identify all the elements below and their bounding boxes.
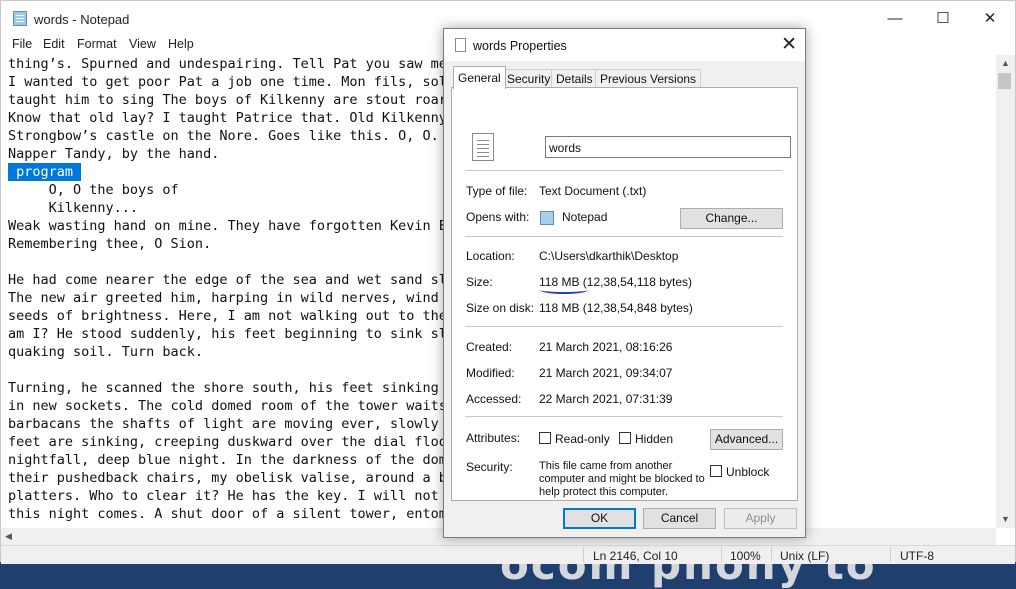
text-line: platters. Who to clear it? He has the ke… (8, 488, 456, 504)
menu-view[interactable]: View (129, 37, 156, 51)
type-label: Type of file: (466, 184, 528, 198)
text-line: their pushedback chairs, my obelisk vali… (8, 470, 456, 486)
menu-help[interactable]: Help (168, 37, 194, 51)
text-line: thing’s. Spurned and undespairing. Tell … (8, 56, 456, 72)
hidden-label[interactable]: Hidden (635, 432, 673, 446)
status-bar: Ln 2146, Col 10 100% Unix (LF) UTF-8 (1, 545, 1015, 564)
security-text-line-3: help protect this computer. (539, 486, 669, 498)
dialog-title-bar[interactable]: words Properties ✕ (444, 29, 805, 61)
zoom-level: 100% (730, 549, 761, 563)
tab-previous-versions[interactable]: Previous Versions (595, 69, 702, 87)
text-line: I wanted to get poor Pat a job one time.… (8, 74, 456, 90)
notepad-icon (13, 11, 27, 26)
unblock-label[interactable]: Unblock (726, 465, 769, 479)
menu-format[interactable]: Format (77, 37, 117, 51)
location-value: C:\Users\dkarthik\Desktop (539, 249, 679, 263)
unblock-checkbox[interactable] (710, 465, 722, 477)
vertical-scrollbar[interactable]: ▲ ▼ (996, 55, 1015, 528)
properties-dialog: words Properties ✕ General Security Deta… (443, 28, 806, 538)
minimize-button[interactable]: — (872, 1, 918, 36)
selected-text: program (8, 163, 82, 181)
dialog-close-button[interactable]: ✕ (781, 33, 797, 56)
text-line: The new air greeted him, harping in wild… (8, 290, 456, 306)
advanced-button[interactable]: Advanced... (710, 429, 783, 450)
scroll-up-icon[interactable]: ▲ (1001, 58, 1010, 68)
accessed-label: Accessed: (466, 392, 522, 406)
text-line: am I? He stood suddenly, his feet beginn… (8, 326, 456, 342)
size-on-disk-value: 118 MB (12,38,54,848 bytes) (539, 301, 693, 315)
modified-label: Modified: (466, 366, 515, 380)
created-value: 21 March 2021, 08:16:26 (539, 340, 673, 354)
size-label: Size: (466, 275, 493, 289)
security-text-line-2: computer and might be blocked to (539, 473, 705, 485)
scroll-left-icon[interactable]: ◀ (5, 531, 12, 542)
document-icon (472, 133, 494, 161)
text-line: barbacans the shafts of light are moving… (8, 416, 456, 432)
scroll-down-icon[interactable]: ▼ (1001, 514, 1010, 524)
change-button[interactable]: Change... (680, 208, 783, 229)
text-line: Know that old lay? I taught Patrice that… (8, 110, 456, 126)
document-icon (455, 38, 466, 52)
encoding: UTF-8 (900, 549, 934, 563)
type-value: Text Document (.txt) (539, 184, 647, 198)
menu-file[interactable]: File (12, 37, 32, 51)
line-ending: Unix (LF) (780, 549, 830, 563)
scroll-thumb[interactable] (998, 73, 1011, 89)
created-label: Created: (466, 340, 513, 354)
text-line: Weak wasting hand on mine. They have for… (8, 218, 456, 234)
general-panel: words Type of file: Text Document (.txt)… (451, 87, 798, 501)
close-button[interactable]: ✕ (967, 1, 1013, 36)
tab-general[interactable]: General (453, 66, 506, 89)
location-label: Location: (466, 249, 515, 263)
text-line: in new sockets. The cold domed room of t… (8, 398, 456, 414)
text-line: feet are sinking, creeping duskward over… (8, 434, 456, 450)
hidden-checkbox[interactable] (619, 432, 631, 444)
text-line: nightfall, deep blue night. In the darkn… (8, 452, 456, 468)
cancel-button[interactable]: Cancel (643, 508, 716, 529)
ok-button[interactable]: OK (563, 508, 636, 529)
tab-security[interactable]: Security (502, 69, 556, 87)
readonly-label[interactable]: Read-only (555, 432, 610, 446)
dialog-title: words Properties (473, 39, 567, 53)
tab-details[interactable]: Details (551, 69, 598, 87)
maximize-button[interactable]: ☐ (920, 1, 966, 36)
text-line: this night comes. A shut door of a silen… (8, 506, 456, 522)
security-text-line-1: This file came from another (539, 460, 673, 472)
accessed-value: 22 March 2021, 07:31:39 (539, 392, 673, 406)
size-on-disk-label: Size on disk: (466, 301, 535, 315)
text-line: Remembering thee, O Sion. (8, 236, 212, 252)
readonly-checkbox[interactable] (539, 432, 551, 444)
text-line: Kilkenny... (8, 200, 139, 216)
text-line: Turning, he scanned the shore south, his… (8, 380, 456, 396)
text-line: Napper Tandy, by the hand. (8, 146, 220, 162)
text-line: seeds of brightness. Here, I am not walk… (8, 308, 456, 324)
text-line: He had come nearer the edge of the sea a… (8, 272, 456, 288)
text-line: quaking soil. Turn back. (8, 344, 204, 360)
text-line: Strongbow’s castle on the Nore. Goes lik… (8, 128, 456, 144)
apply-button[interactable]: Apply (724, 508, 797, 529)
file-name-input[interactable]: words (545, 136, 791, 158)
security-label: Security: (466, 460, 513, 474)
text-line: O, O the boys of (8, 182, 179, 198)
attributes-label: Attributes: (466, 431, 521, 445)
annotation-underline (540, 286, 588, 294)
text-line: taught him to sing The boys of Kilkenny … (8, 92, 456, 108)
menu-edit[interactable]: Edit (43, 37, 65, 51)
modified-value: 21 March 2021, 09:34:07 (539, 366, 673, 380)
window-title: words - Notepad (34, 12, 130, 27)
opens-with-label: Opens with: (466, 210, 530, 224)
cursor-position: Ln 2146, Col 10 (593, 549, 678, 563)
opens-with-value: Notepad (562, 210, 608, 224)
notepad-icon (540, 211, 554, 225)
